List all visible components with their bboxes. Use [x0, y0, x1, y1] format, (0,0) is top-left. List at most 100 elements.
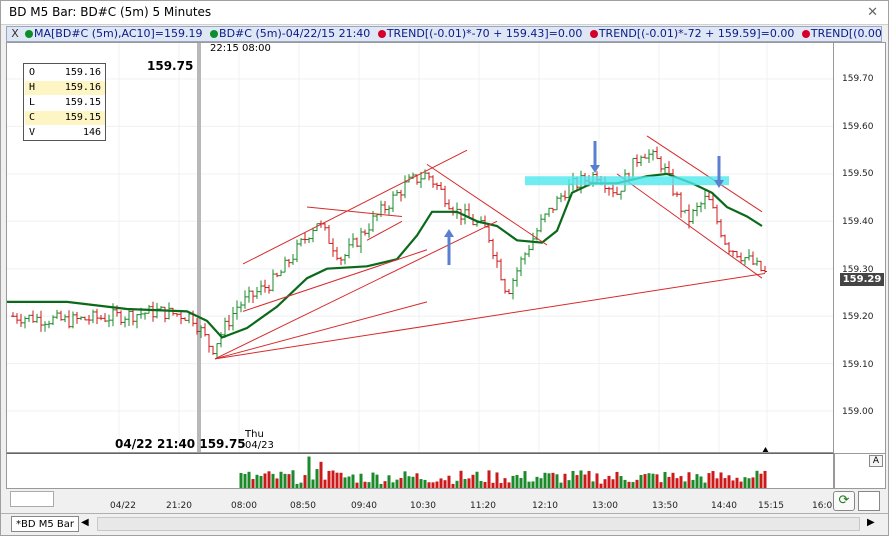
price-axis-tick: 159.60	[842, 122, 874, 132]
ohlc-key: O	[29, 67, 36, 78]
legend-item-trend-3[interactable]: TREND[(0.00)*-3 + 159.10]=0.00	[801, 27, 882, 41]
tab-scroll-left-icon[interactable]: ◀	[81, 517, 89, 528]
legend-item-trend-1[interactable]: TREND[(-0.01)*-70 + 159.43]=0.00	[377, 27, 583, 41]
volume-bar	[479, 480, 483, 488]
volume-bar	[555, 474, 559, 488]
volume-scale-button[interactable]: A	[869, 455, 883, 467]
price-panel[interactable]: 22:15 08:00 159.75 O 159.16 H 159.16 L 159.…	[6, 42, 834, 453]
volume-bar	[639, 475, 643, 488]
volume-bar	[471, 474, 475, 488]
volume-bar	[519, 477, 523, 488]
tab-scrollbar[interactable]	[97, 517, 860, 531]
crosshair-bottom-stamp: 04/22 21:40 159.75	[115, 437, 246, 451]
volume-bar	[299, 482, 303, 488]
tab-scroll-right-icon[interactable]: ▶	[867, 517, 875, 528]
indicator-dot-icon	[210, 30, 219, 38]
volume-bar	[307, 456, 311, 488]
close-icon[interactable]: ✕	[867, 5, 878, 20]
volume-bar	[327, 470, 331, 488]
volume-bar	[763, 470, 767, 488]
volume-bar	[283, 473, 287, 488]
volume-bar	[511, 475, 515, 488]
volume-bar	[463, 479, 467, 488]
volume-bar	[415, 473, 419, 488]
volume-bar	[339, 472, 343, 488]
volume-bar	[455, 480, 459, 488]
volume-bar	[571, 470, 575, 488]
volume-bar	[691, 479, 695, 488]
volume-chart-canvas[interactable]	[7, 454, 833, 488]
time-axis[interactable]: 04/22 21:20 08:00 08:50 09:40 10:30 11:2…	[6, 489, 834, 513]
legend-items: MA[BD#C (5m),AC10]=159.19 BD#C (5m)-04/2…	[25, 27, 882, 41]
volume-bar	[651, 473, 655, 488]
legend-item-label: TREND[(0.00)*-3 + 159.10]=0.00	[810, 27, 882, 40]
volume-bar	[395, 479, 399, 488]
volume-bar	[647, 473, 651, 488]
price-axis-tick: 159.20	[842, 312, 874, 322]
day-date: 04/23	[245, 440, 274, 451]
volume-bar	[347, 476, 351, 488]
legend-close-icon[interactable]: X	[9, 27, 21, 41]
volume-bar	[607, 475, 611, 488]
volume-bar	[419, 479, 423, 488]
price-scroll-box[interactable]	[858, 491, 880, 511]
price-chart-canvas[interactable]	[7, 43, 833, 452]
time-axis-tick: 04/22	[110, 501, 136, 511]
volume-bar	[707, 473, 711, 488]
price-axis[interactable]: 159.70 159.60 159.50 159.40 159.30 159.2…	[834, 42, 886, 453]
volume-bar	[695, 474, 699, 488]
ohlc-data-window: O 159.16 H 159.16 L 159.15 C 159.15 V 146	[23, 63, 106, 141]
volume-bar	[543, 472, 547, 488]
volume-bar	[411, 476, 415, 488]
volume-bar	[535, 476, 539, 488]
volume-bar	[447, 475, 451, 488]
time-scroll-box[interactable]	[10, 491, 54, 507]
volume-bar	[379, 483, 383, 488]
volume-bar	[311, 479, 315, 488]
volume-bar	[251, 479, 255, 488]
indicator-dot-icon	[801, 30, 810, 38]
volume-bar	[259, 475, 263, 488]
volume-bar	[335, 472, 339, 488]
time-axis-tick: 21:20	[166, 501, 192, 511]
volume-bar	[459, 470, 463, 488]
legend-item-price[interactable]: BD#C (5m)-04/22/15 21:40	[210, 27, 370, 41]
volume-bar	[563, 473, 567, 488]
annotation-arrow-icon	[444, 229, 454, 265]
title-bar[interactable]: BD M5 Bar: BD#C (5m) 5 Minutes ✕	[1, 1, 888, 25]
volume-bar	[755, 470, 759, 488]
volume-bar	[683, 481, 687, 488]
legend-item-trend-2[interactable]: TREND[(-0.01)*-72 + 159.59]=0.00	[589, 27, 794, 41]
trend-line	[306, 206, 403, 218]
volume-bar	[751, 477, 755, 488]
volume-bar	[423, 479, 427, 488]
volume-panel[interactable]	[6, 453, 834, 489]
volume-bar	[267, 471, 271, 488]
volume-bar	[559, 482, 563, 488]
volume-bar	[735, 477, 739, 488]
last-price-marker: 159.29	[840, 273, 884, 286]
volume-bar	[351, 474, 355, 488]
price-axis-tick: 159.00	[842, 407, 874, 417]
refresh-icon[interactable]: ⟳	[833, 491, 855, 511]
legend-item-ma[interactable]: MA[BD#C (5m),AC10]=159.19	[25, 27, 203, 41]
tab-bd-m5-bar[interactable]: *BD M5 Bar	[11, 516, 80, 532]
volume-bar	[263, 473, 267, 488]
volume-bar	[243, 474, 247, 488]
volume-bar	[599, 483, 603, 488]
volume-bar	[271, 473, 275, 488]
volume-bar	[387, 475, 391, 488]
legend-item-label: TREND[(-0.01)*-70 + 159.43]=0.00	[386, 27, 583, 40]
time-axis-tick: 12:10	[532, 501, 558, 511]
volume-bar	[239, 472, 243, 488]
indicator-dot-icon	[25, 30, 33, 38]
time-axis-tick: 08:50	[290, 501, 316, 511]
volume-bar	[507, 482, 511, 488]
volume-bar	[371, 472, 375, 488]
volume-bar	[363, 481, 367, 488]
volume-bar	[667, 476, 671, 488]
volume-bar	[531, 481, 535, 488]
time-axis-tick: 13:50	[652, 501, 678, 511]
volume-bar	[403, 471, 407, 488]
time-axis-tick: 15:15	[758, 501, 784, 511]
